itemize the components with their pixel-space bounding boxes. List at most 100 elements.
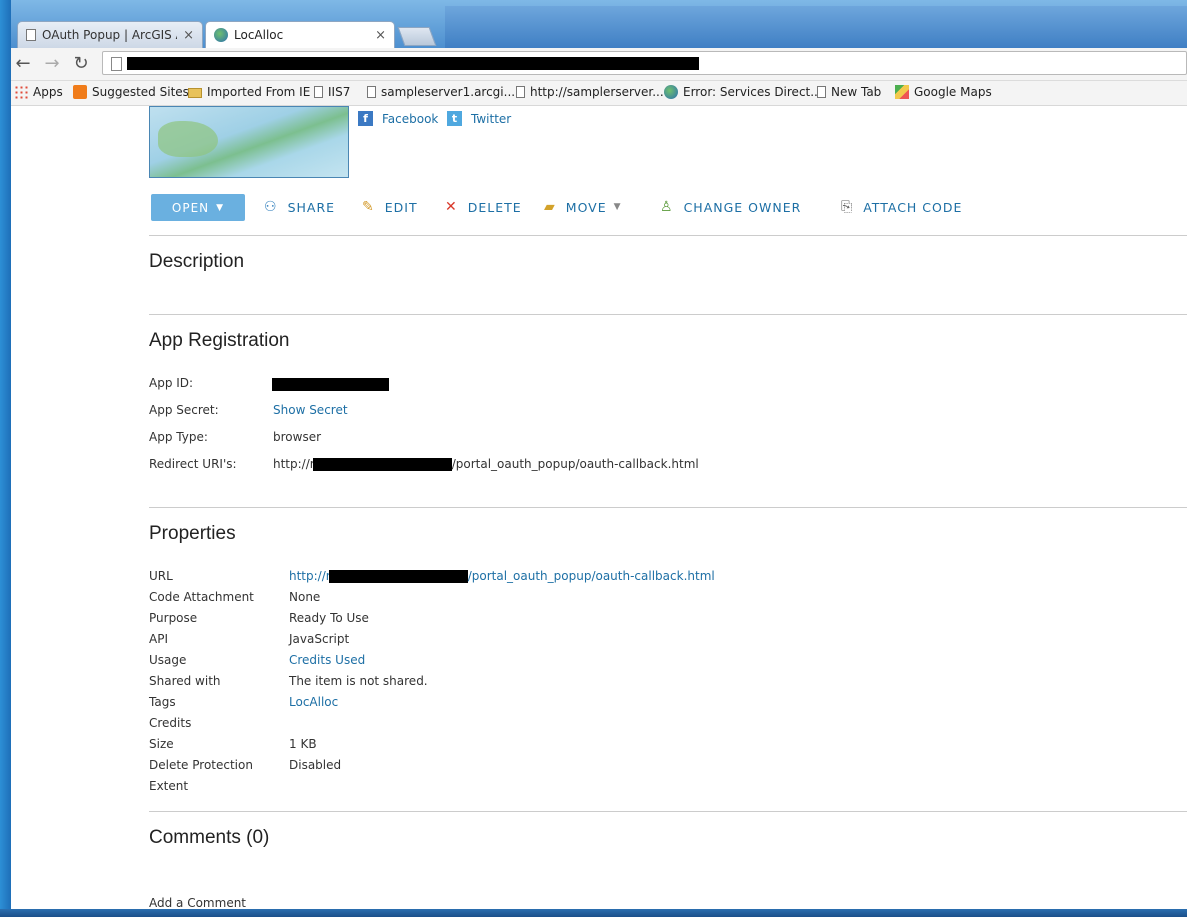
close-icon[interactable]: × bbox=[183, 28, 194, 43]
redirect-uri-suffix: /portal_oauth_popup/oauth-callback.html bbox=[451, 457, 699, 471]
redacted-app-id bbox=[272, 378, 389, 391]
properties-heading: Properties bbox=[149, 523, 236, 544]
address-bar[interactable] bbox=[102, 51, 1187, 75]
twitter-link[interactable]: t Twitter bbox=[447, 111, 511, 126]
divider bbox=[149, 507, 1187, 508]
bookmark-label: New Tab bbox=[831, 85, 882, 99]
bookmark-label: http://samplerserver... bbox=[530, 85, 664, 99]
edit-label: EDIT bbox=[384, 199, 418, 215]
globe-icon bbox=[664, 85, 678, 99]
bookmark-suggested-sites[interactable]: Suggested Sites bbox=[73, 85, 189, 99]
open-label: OPEN bbox=[171, 200, 210, 215]
attach-code-label: ATTACH CODE bbox=[863, 199, 963, 215]
item-thumbnail bbox=[149, 106, 349, 178]
property-label: Credits bbox=[149, 716, 192, 730]
delete-button[interactable]: ✕ DELETE bbox=[445, 199, 522, 215]
twitter-label: Twitter bbox=[471, 111, 512, 126]
globe-icon bbox=[214, 28, 228, 42]
pencil-icon: ✎ bbox=[362, 199, 375, 215]
map-land-shape bbox=[158, 121, 218, 157]
forward-button[interactable]: → bbox=[41, 53, 63, 74]
bookmark-label: Google Maps bbox=[914, 85, 992, 99]
tab-strip: OAuth Popup | ArcGIS API × LocAlloc × bbox=[0, 0, 1187, 48]
divider bbox=[149, 235, 1187, 236]
folder-move-icon: ▰ bbox=[544, 199, 556, 215]
property-value: The item is not shared. bbox=[289, 674, 428, 688]
property-value: Disabled bbox=[289, 758, 342, 772]
bookmark-new-tab[interactable]: New Tab bbox=[817, 85, 881, 99]
share-button[interactable]: ⚇ SHARE bbox=[264, 199, 335, 215]
tab-oauth-popup[interactable]: OAuth Popup | ArcGIS API × bbox=[17, 21, 203, 48]
apps-icon bbox=[14, 85, 28, 99]
url-prefix: http://r bbox=[289, 569, 331, 583]
property-label: API bbox=[149, 632, 168, 646]
property-label: Purpose bbox=[149, 611, 198, 625]
edit-button[interactable]: ✎ EDIT bbox=[362, 199, 418, 215]
change-owner-label: CHANGE OWNER bbox=[683, 199, 802, 215]
reload-button[interactable]: ↻ bbox=[70, 53, 92, 74]
bookmark-imported-from-ie[interactable]: Imported From IE bbox=[188, 85, 310, 99]
redacted-host bbox=[328, 570, 468, 583]
attach-code-button[interactable]: ⎘ ATTACH CODE bbox=[841, 199, 962, 215]
bookmark-iis7[interactable]: IIS7 bbox=[314, 85, 350, 99]
redacted-host bbox=[312, 458, 452, 471]
app-registration-heading: App Registration bbox=[149, 330, 290, 351]
property-value: None bbox=[289, 590, 321, 604]
bookmark-google-maps[interactable]: Google Maps bbox=[895, 85, 992, 99]
change-owner-icon: ♙ bbox=[660, 199, 674, 215]
taskbar bbox=[0, 909, 1187, 917]
tag-link[interactable]: LocAlloc bbox=[289, 695, 338, 709]
page-icon bbox=[314, 86, 323, 98]
redirect-uri-label: Redirect URI's: bbox=[149, 457, 237, 471]
share-label: SHARE bbox=[287, 199, 336, 215]
bookmark-label: Suggested Sites bbox=[92, 85, 189, 99]
page-icon bbox=[26, 29, 36, 41]
tab-localloc[interactable]: LocAlloc × bbox=[205, 21, 395, 48]
facebook-link[interactable]: f Facebook bbox=[358, 111, 438, 126]
property-label: Extent bbox=[149, 779, 189, 793]
property-label: Shared with bbox=[149, 674, 221, 688]
change-owner-button[interactable]: ♙ CHANGE OWNER bbox=[660, 199, 801, 215]
tab-title: LocAlloc bbox=[234, 28, 284, 42]
facebook-label: Facebook bbox=[382, 111, 439, 126]
bookmark-sampleserver1[interactable]: sampleserver1.arcgi... bbox=[367, 85, 515, 99]
app-id-label: App ID: bbox=[149, 376, 194, 390]
bookmark-error-services[interactable]: Error: Services Direct... bbox=[664, 85, 822, 99]
bookmark-label: Imported From IE bbox=[207, 85, 311, 99]
show-secret-link[interactable]: Show Secret bbox=[273, 403, 348, 417]
property-value: JavaScript bbox=[289, 632, 350, 646]
page-icon bbox=[817, 86, 826, 98]
property-value: 1 KB bbox=[289, 737, 317, 751]
bookmark-label: IIS7 bbox=[328, 85, 351, 99]
redirect-uri-value: http://r/portal_oauth_popup/oauth-callba… bbox=[273, 457, 699, 471]
bookmark-samplerserver[interactable]: http://samplerserver... bbox=[516, 85, 664, 99]
map-icon bbox=[895, 85, 909, 99]
app-type-label: App Type: bbox=[149, 430, 208, 444]
close-icon[interactable]: × bbox=[375, 28, 386, 43]
page-icon bbox=[516, 86, 525, 98]
comments-heading: Comments (0) bbox=[149, 827, 270, 848]
delete-label: DELETE bbox=[467, 199, 522, 215]
bookmarks-bar: Apps Suggested Sites Imported From IE II… bbox=[11, 81, 1187, 106]
delete-icon: ✕ bbox=[445, 199, 458, 215]
property-label: Delete Protection bbox=[149, 758, 253, 772]
property-value: Ready To Use bbox=[289, 611, 369, 625]
credits-used-link[interactable]: Credits Used bbox=[289, 653, 365, 667]
description-heading: Description bbox=[149, 251, 245, 272]
add-comment-link[interactable]: Add a Comment bbox=[149, 896, 246, 909]
paperclip-icon: ⎘ bbox=[841, 199, 854, 215]
page-icon bbox=[367, 86, 376, 98]
move-button[interactable]: ▰ MOVE ▼ bbox=[544, 199, 622, 215]
new-tab-button[interactable] bbox=[397, 27, 437, 46]
divider bbox=[149, 314, 1187, 315]
tab-title: OAuth Popup | ArcGIS API bbox=[42, 28, 177, 42]
back-button[interactable]: ← bbox=[12, 53, 34, 74]
url-suffix: /portal_oauth_popup/oauth-callback.html bbox=[467, 569, 715, 583]
page-icon bbox=[111, 57, 122, 71]
open-button[interactable]: OPEN ▼ bbox=[151, 194, 245, 221]
url-label: URL bbox=[149, 569, 173, 583]
url-link[interactable]: http://r/portal_oauth_popup/oauth-callba… bbox=[289, 569, 715, 583]
bookmark-apps[interactable]: Apps bbox=[14, 85, 63, 99]
suggested-sites-icon bbox=[73, 85, 87, 99]
bookmark-label: Error: Services Direct... bbox=[683, 85, 822, 99]
